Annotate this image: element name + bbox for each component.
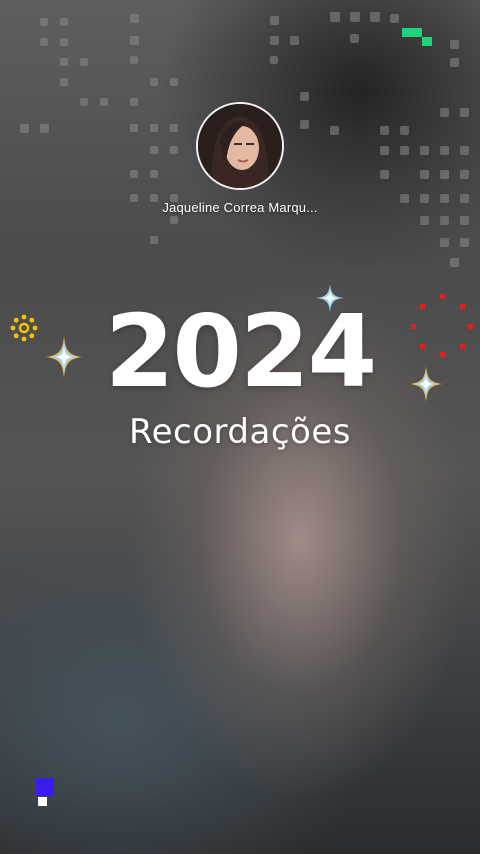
avatar[interactable] [196, 102, 284, 190]
story-screen[interactable]: Jaqueline Correa Marqu... 2024 Recordaçõ… [0, 0, 480, 854]
green-pixels-icon [402, 28, 432, 46]
memories-subtitle: Recordações [129, 412, 351, 452]
profile-header: Jaqueline Correa Marqu... [0, 102, 480, 215]
username[interactable]: Jaqueline Correa Marqu... [0, 200, 480, 215]
blue-pixel-block-icon [36, 778, 54, 806]
year-title: 2024 [104, 293, 377, 410]
user-avatar-icon [198, 104, 282, 188]
